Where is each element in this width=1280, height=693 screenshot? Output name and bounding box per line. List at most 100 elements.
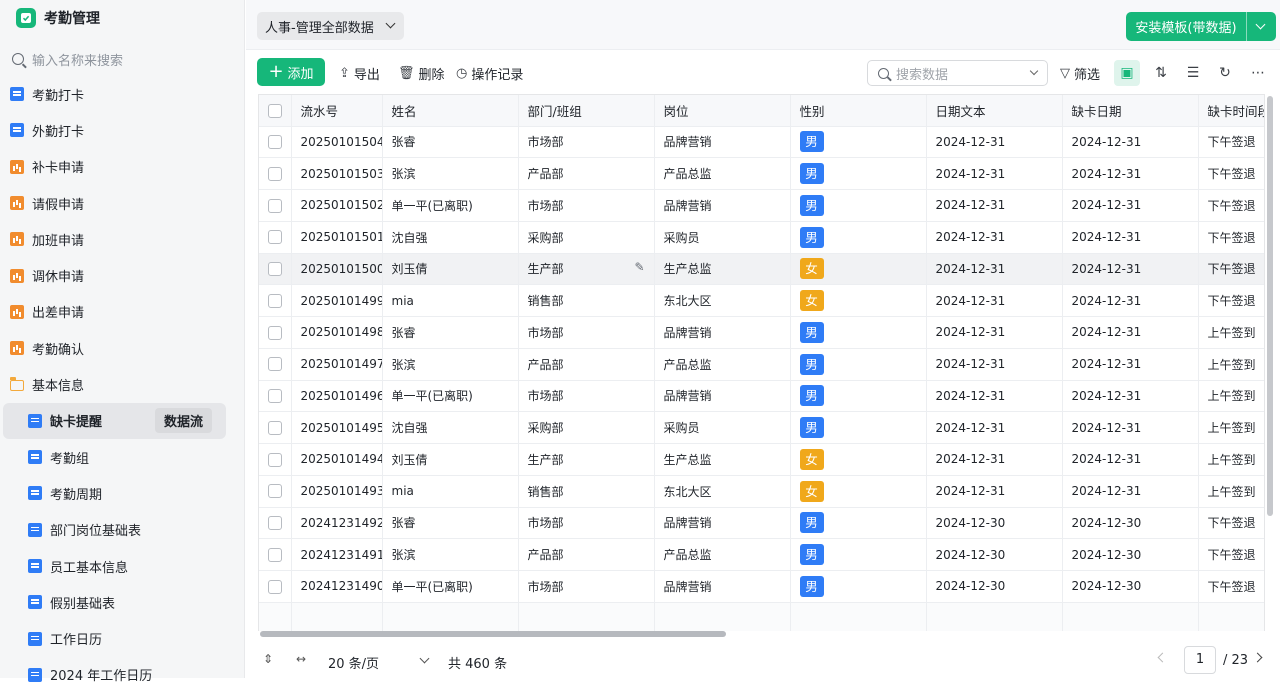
table-cell[interactable]: 沈自强: [382, 221, 519, 254]
table-cell[interactable]: 品牌营销: [654, 507, 791, 540]
table-cell[interactable]: 市场部: [518, 380, 655, 413]
table-cell[interactable]: mia: [382, 284, 519, 317]
more-icon[interactable]: ⋯: [1245, 60, 1271, 86]
table-cell[interactable]: 2024-12-31: [1062, 126, 1199, 159]
table-row[interactable]: 20250101504 张睿 市场部 品牌营销 男 2024-12-31 2024-12-3…: [259, 126, 1264, 159]
row-height-icon[interactable]: ☰: [1180, 60, 1206, 86]
table-cell[interactable]: 上午签到: [1198, 475, 1264, 508]
next-page-icon[interactable]: [1252, 652, 1263, 663]
row-checkbox[interactable]: [259, 411, 292, 444]
table-row[interactable]: 20250101503 张滨 产品部 产品总监 男 2024-12-31 2024-12-3…: [259, 157, 1264, 190]
table-cell[interactable]: 20250101504: [291, 126, 383, 159]
table-cell[interactable]: 男: [790, 157, 927, 190]
table-cell[interactable]: 上午签到: [1198, 380, 1264, 413]
table-cell[interactable]: 20250101501: [291, 221, 383, 254]
table-cell[interactable]: 2024-12-30: [926, 507, 1063, 540]
sidebar-subitem[interactable]: 假别基础表: [0, 584, 244, 620]
table-cell[interactable]: 20250101497: [291, 348, 383, 381]
table-cell[interactable]: 2024-12-31: [926, 221, 1063, 254]
sidebar-subitem[interactable]: 工作日历: [0, 620, 244, 656]
select-all-checkbox[interactable]: [259, 95, 292, 127]
filter-button[interactable]: ▽ 筛选: [1060, 64, 1100, 83]
table-cell[interactable]: 2024-12-31: [1062, 253, 1199, 286]
table-cell[interactable]: 生产总监: [654, 253, 791, 286]
table-cell[interactable]: 2024-12-30: [1062, 507, 1199, 540]
table-cell[interactable]: 2024-12-31: [926, 126, 1063, 159]
page-number-input[interactable]: 1: [1184, 646, 1216, 674]
table-cell[interactable]: 产品部: [518, 157, 655, 190]
sidebar-subitem[interactable]: 缺卡提醒 数据流: [3, 402, 226, 439]
row-checkbox[interactable]: [259, 157, 292, 190]
table-cell[interactable]: 女: [790, 253, 927, 286]
table-cell[interactable]: 20250101494: [291, 443, 383, 476]
table-view-icon[interactable]: ▣: [1114, 60, 1140, 86]
table-cell[interactable]: 男: [790, 411, 927, 444]
table-row[interactable]: 20250101497 张滨 产品部 产品总监 男 2024-12-31 2024-12-3…: [259, 348, 1264, 381]
table-cell[interactable]: 男: [790, 380, 927, 413]
table-row[interactable]: 20250101500 刘玉倩 生产部 ✎ 生产总监 女 2024-12-31 2024-12…: [259, 253, 1264, 286]
table-row[interactable]: 20250101495 沈自强 采购部 采购员 男 2024-12-31 2024-12-3…: [259, 411, 1264, 444]
sidebar-item[interactable]: 出差申请: [0, 294, 244, 330]
table-cell[interactable]: 2024-12-31: [926, 475, 1063, 508]
sidebar-item[interactable]: 加班申请: [0, 221, 244, 257]
page-size-select[interactable]: 20 条/页: [328, 653, 379, 672]
table-cell[interactable]: 上午签到: [1198, 443, 1264, 476]
column-header[interactable]: 岗位: [654, 95, 791, 127]
table-cell[interactable]: 上午签到: [1198, 348, 1264, 381]
table-row[interactable]: 20241231492 张睿 市场部 品牌营销 男 2024-12-30 2024-12-3…: [259, 507, 1264, 540]
table-cell[interactable]: 产品部: [518, 538, 655, 571]
column-header[interactable]: 日期文本: [926, 95, 1063, 127]
table-cell[interactable]: 市场部: [518, 570, 655, 603]
table-cell[interactable]: 20250101493: [291, 475, 383, 508]
table-cell[interactable]: 张滨: [382, 157, 519, 190]
table-cell[interactable]: 张睿: [382, 126, 519, 159]
table-row[interactable]: 20250101494 刘玉倩 生产部 生产总监 女 2024-12-31 2024-12-…: [259, 443, 1264, 476]
view-selector[interactable]: 人事-管理全部数据: [257, 12, 404, 40]
prev-page-icon[interactable]: [1157, 652, 1168, 663]
column-header[interactable]: 缺卡日期: [1062, 95, 1199, 127]
table-cell[interactable]: 东北大区: [654, 284, 791, 317]
table-cell[interactable]: 下午签退: [1198, 157, 1264, 190]
operation-log-button[interactable]: ◷ 操作记录: [456, 64, 523, 83]
table-cell[interactable]: 上午签到: [1198, 411, 1264, 444]
table-cell[interactable]: 产品部: [518, 348, 655, 381]
table-cell[interactable]: 品牌营销: [654, 380, 791, 413]
table-cell[interactable]: 品牌营销: [654, 189, 791, 222]
table-cell[interactable]: 20250101498: [291, 316, 383, 349]
row-checkbox[interactable]: [259, 189, 292, 222]
table-cell[interactable]: 2024-12-31: [1062, 284, 1199, 317]
table-cell[interactable]: 下午签退: [1198, 253, 1264, 286]
table-cell[interactable]: 2024-12-31: [926, 316, 1063, 349]
table-cell[interactable]: 刘玉倩: [382, 443, 519, 476]
table-cell[interactable]: 男: [790, 189, 927, 222]
table-row[interactable]: 20241231491 张滨 产品部 产品总监 男 2024-12-30 2024-12-3…: [259, 538, 1264, 571]
table-cell[interactable]: 产品总监: [654, 348, 791, 381]
sidebar-subitem[interactable]: 考勤周期: [0, 475, 244, 511]
sort-icon[interactable]: ⇅: [1148, 60, 1174, 86]
table-cell[interactable]: 20250101503: [291, 157, 383, 190]
delete-button[interactable]: 🗑 删除: [398, 64, 445, 83]
table-cell[interactable]: 张睿: [382, 316, 519, 349]
table-cell[interactable]: 采购部: [518, 411, 655, 444]
export-button[interactable]: ⇪ 导出: [339, 64, 380, 83]
table-cell[interactable]: 2024-12-31: [926, 253, 1063, 286]
refresh-icon[interactable]: ↻: [1212, 60, 1238, 86]
table-cell[interactable]: 品牌营销: [654, 126, 791, 159]
table-cell[interactable]: 采购员: [654, 221, 791, 254]
table-cell[interactable]: 下午签退: [1198, 126, 1264, 159]
table-cell[interactable]: 生产部: [518, 443, 655, 476]
table-cell[interactable]: 2024-12-31: [1062, 189, 1199, 222]
sidebar-item[interactable]: 补卡申请: [0, 149, 244, 185]
table-cell[interactable]: 2024-12-31: [1062, 411, 1199, 444]
row-checkbox[interactable]: [259, 570, 292, 603]
table-cell[interactable]: 20250101499: [291, 284, 383, 317]
sidebar-item[interactable]: 考勤确认: [0, 330, 244, 366]
vertical-scrollbar[interactable]: [1266, 94, 1274, 631]
sidebar-item[interactable]: 外勤打卡: [0, 112, 244, 148]
sidebar-subitem[interactable]: 2024 年工作日历: [0, 657, 244, 693]
row-checkbox[interactable]: [259, 253, 292, 286]
table-cell[interactable]: 女: [790, 284, 927, 317]
table-cell[interactable]: 产品总监: [654, 538, 791, 571]
sidebar-subitem[interactable]: 部门岗位基础表: [0, 512, 244, 548]
table-cell[interactable]: 女: [790, 475, 927, 508]
